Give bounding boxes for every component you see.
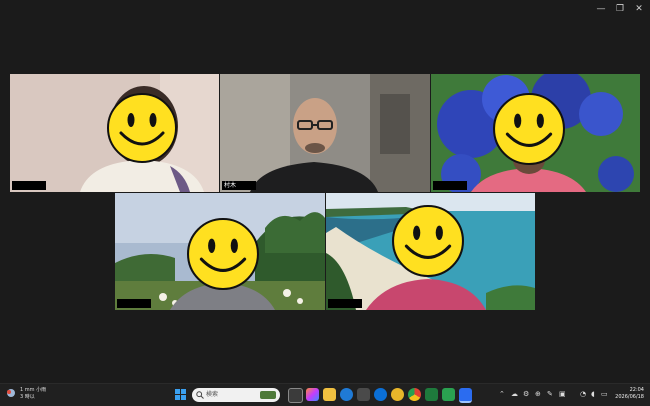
search-placeholder: 検索 (206, 391, 219, 398)
taskbar-search-box[interactable]: 検索 (192, 388, 280, 402)
tray-app-icon[interactable]: ▣ (559, 390, 566, 398)
taskbar: 1 mm 小雨 3 時以 検索 ⌃ ☁ ⚙ ⊕ ✎ ▣ ◔ ◖ ▭ 22:04 … (0, 383, 650, 406)
windows-start-icon[interactable] (174, 388, 187, 401)
video-feed (220, 74, 430, 192)
clock-date: 2026/06/18 (615, 394, 644, 400)
smiley-face-icon (107, 93, 177, 163)
participant-tile-active-speaker[interactable]: 村木 (220, 74, 430, 192)
system-clock[interactable]: 22:04 2026/06/18 (615, 387, 644, 401)
participant-name-label: 村木 (222, 181, 256, 190)
smiley-face-icon (187, 218, 259, 290)
weather-precipitation: 1 mm 小雨 (20, 387, 47, 393)
chrome-icon[interactable] (408, 388, 421, 401)
hp-icon[interactable] (374, 388, 387, 401)
tray-app-icon[interactable]: ✎ (547, 390, 553, 398)
minimize-button[interactable]: — (594, 3, 608, 15)
participant-tile[interactable] (431, 74, 640, 192)
speaker-icon[interactable]: ◖ (591, 390, 595, 398)
tray-app-icon[interactable]: ⊕ (535, 390, 541, 398)
close-button[interactable]: ✕ (632, 3, 646, 15)
search-highlight-icon (260, 391, 276, 399)
participant-name-label (433, 181, 467, 190)
participant-name-label (12, 181, 46, 190)
store-icon[interactable] (357, 388, 370, 401)
rain-cloud-icon (7, 389, 15, 397)
app-icon[interactable] (391, 388, 404, 401)
wifi-icon[interactable]: ◔ (580, 390, 586, 398)
smiley-face-icon (493, 93, 565, 165)
smiley-face-icon (392, 205, 464, 277)
participant-tile[interactable] (10, 74, 219, 192)
chevron-up-icon[interactable]: ⌃ (499, 390, 505, 398)
tray-app-icon[interactable]: ☁ (511, 390, 518, 398)
zoom-app-icon[interactable] (459, 388, 472, 403)
search-icon (196, 391, 204, 399)
edge-browser-icon[interactable] (340, 388, 353, 401)
excel-icon[interactable] (425, 388, 438, 401)
copilot-icon[interactable] (306, 388, 319, 401)
participant-tile[interactable] (115, 193, 325, 310)
clock-time: 22:04 (629, 387, 644, 393)
file-explorer-icon[interactable] (323, 388, 336, 401)
participant-name-label (117, 299, 151, 308)
window-title-bar: — ❐ ✕ (0, 0, 650, 20)
participant-tile[interactable] (326, 193, 535, 310)
participant-name-label (328, 299, 362, 308)
battery-icon[interactable]: ▭ (601, 390, 608, 398)
line-app-icon[interactable] (442, 388, 455, 401)
task-view-icon[interactable] (288, 388, 303, 403)
restore-button[interactable]: ❐ (613, 3, 627, 15)
tray-app-icon[interactable]: ⚙ (523, 390, 529, 398)
weather-forecast: 3 時以 (20, 394, 35, 400)
